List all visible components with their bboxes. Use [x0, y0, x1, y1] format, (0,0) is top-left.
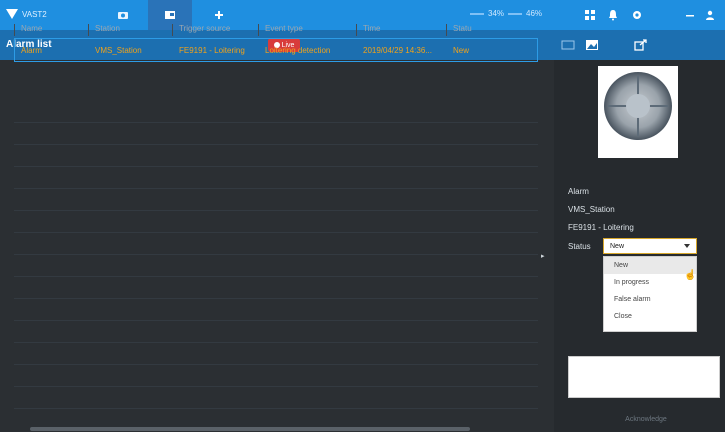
cpu-bar: [470, 12, 484, 15]
camera-icon: [118, 12, 128, 19]
screen-icon: [561, 40, 575, 50]
column-header[interactable]: Station: [88, 24, 172, 36]
gear-icon: [633, 11, 641, 19]
status-option[interactable]: New: [604, 257, 696, 274]
divider: [14, 210, 538, 211]
cell-status: New: [453, 45, 470, 55]
divider: [14, 254, 538, 255]
column-header[interactable]: Trigger source: [172, 24, 258, 36]
table-row[interactable]: Alarm VMS_Station FE9191 - Loitering Loi…: [14, 38, 538, 62]
status-select-value: New: [610, 242, 625, 250]
detail-source: FE9191 - Loitering: [568, 223, 634, 232]
column-header[interactable]: Statu: [446, 24, 476, 36]
column-header[interactable]: Time: [356, 24, 446, 36]
divider: [14, 408, 538, 409]
divider: [14, 364, 538, 365]
status-option[interactable]: Close: [604, 308, 696, 325]
divider: [14, 342, 538, 343]
fisheye-image: [604, 72, 672, 140]
divider: [14, 122, 538, 123]
divider: [14, 276, 538, 277]
status-label: Status: [568, 242, 591, 251]
collapse-panel-arrow-icon[interactable]: ▸: [541, 252, 545, 260]
memory-usage: 46%: [508, 9, 542, 18]
divider: [14, 298, 538, 299]
user-icon: [706, 10, 714, 20]
brand-label: VAST2: [22, 9, 47, 19]
alarm-panel-icon: [165, 11, 175, 19]
table-header: Name Station Trigger source Event type T…: [14, 24, 538, 36]
divider: [14, 166, 538, 167]
camera-snapshot[interactable]: [598, 66, 678, 158]
grid-icon: [585, 10, 595, 20]
image-icon: [586, 40, 598, 50]
cpu-usage: 34%: [470, 9, 504, 18]
status-select[interactable]: New: [603, 238, 697, 254]
comment-textarea[interactable]: [568, 356, 720, 398]
column-header[interactable]: Event type: [258, 24, 356, 36]
minimize-button[interactable]: [682, 7, 698, 23]
status-option[interactable]: False alarm: [604, 291, 696, 308]
cell-time: 2019/04/29 14:36...: [363, 45, 432, 55]
memory-value: 46%: [526, 9, 543, 18]
cell-event-type: Loitering detection: [265, 45, 331, 55]
detail-station: VMS_Station: [568, 205, 615, 214]
status-dropdown: New In progress False alarm Close: [603, 256, 697, 332]
column-header[interactable]: Name: [14, 24, 88, 36]
export-button[interactable]: [633, 38, 649, 52]
vivotek-logo-icon: [6, 9, 18, 19]
divider: [14, 188, 538, 189]
acknowledge-button[interactable]: Acknowledge: [596, 412, 696, 426]
alarm-table-area: [6, 60, 554, 432]
settings-button[interactable]: [629, 7, 645, 23]
divider: [14, 386, 538, 387]
cell-trigger-source: FE9191 - Loitering: [179, 45, 245, 55]
chevron-down-icon: [684, 244, 690, 248]
divider: [14, 232, 538, 233]
image-button[interactable]: [584, 38, 600, 52]
status-option[interactable]: In progress: [604, 274, 696, 291]
fisheye-detail: [626, 94, 650, 118]
mouse-cursor-icon: ☝: [684, 270, 697, 281]
notifications-button[interactable]: [605, 7, 621, 23]
export-icon: [634, 39, 647, 51]
memory-bar: [508, 12, 522, 15]
grid-button[interactable]: [582, 7, 598, 23]
camera-snapshot-button[interactable]: [560, 38, 576, 52]
divider: [14, 320, 538, 321]
minimize-icon: [686, 15, 694, 17]
detail-alarm-name: Alarm: [568, 187, 589, 196]
brand[interactable]: VAST2: [6, 8, 47, 20]
cpu-value: 34%: [488, 9, 505, 18]
divider: [14, 144, 538, 145]
horizontal-scrollbar[interactable]: [30, 427, 470, 431]
cell-name: Alarm: [21, 45, 42, 55]
user-button[interactable]: [702, 7, 718, 23]
plus-icon: [215, 11, 223, 19]
bell-icon: [609, 10, 617, 21]
cell-station: VMS_Station: [95, 45, 142, 55]
